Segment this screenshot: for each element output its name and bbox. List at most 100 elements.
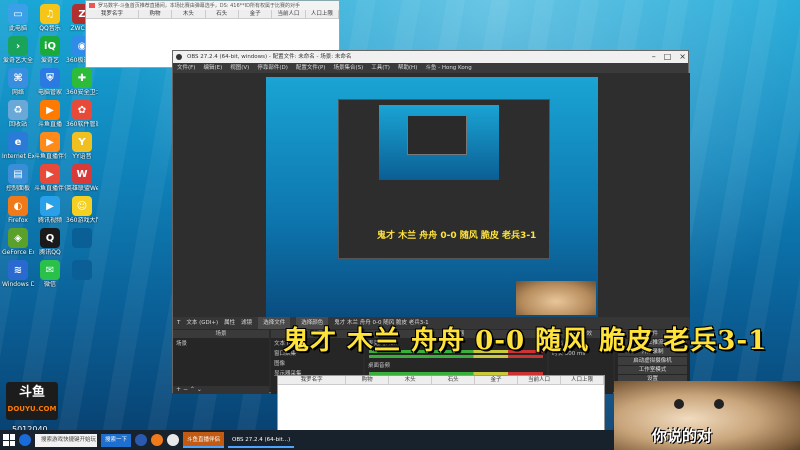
menu-douyu[interactable]: 斗鱼 - Hong Kong [425, 63, 471, 73]
desktop-icon[interactable]: ✉ 微信 [34, 260, 66, 288]
webcam-caption: 你说的对 [652, 427, 713, 445]
taskbar-search-input[interactable]: 搜索游戏快捷键开始玩 [35, 433, 97, 447]
spreadsheet-title: 罗马数字-斗鱼首页推荐直播间，本场比赛由弹幕选手，DS: 416**ID所有权属… [86, 1, 339, 10]
desktop-icon[interactable]: ▶斗鱼直播伴侣 [34, 132, 66, 160]
minimize-icon[interactable]: – [652, 51, 656, 63]
app-icon: › [8, 36, 28, 56]
desktop-icon-label: 英雄联盟WeGame [66, 185, 98, 192]
taskbar-search-button[interactable]: 搜索一下 [101, 433, 132, 447]
menu-view[interactable]: 视图(V) [230, 63, 249, 73]
nested-obs-preview: 鬼才 木兰 舟舟 0-0 随风 脆皮 老兵3-1 [338, 99, 550, 259]
desktop-icon-label: 回收站 [8, 121, 27, 128]
desktop-icon-label: 腾讯QQ [39, 249, 61, 256]
obs-titlebar[interactable]: OBS 27.2.4 (64-bit, windows) - 配置文件: 未命名… [173, 51, 688, 63]
app-icon: ♫ [40, 4, 60, 24]
down-icon[interactable]: ⌄ [197, 386, 202, 393]
desktop-icon[interactable]: ✿ 360软件管家 [66, 100, 98, 128]
desktop-icon[interactable] [66, 228, 98, 249]
column-header[interactable]: 金子 [239, 10, 273, 18]
desktop-icon[interactable]: iQ 爱奇艺 [34, 36, 66, 64]
app-icon: ▭ [8, 4, 28, 24]
column-header[interactable]: 石头 [206, 10, 239, 18]
column-header[interactable]: 当前人口 [518, 376, 561, 384]
app-icon: ▤ [8, 164, 28, 184]
obs-preview[interactable]: 鬼才 木兰 舟舟 0-0 随风 脆皮 老兵3-1 [173, 73, 690, 317]
douyu-logo: 斗鱼 DOUYU.COM [6, 382, 58, 420]
desktop-icon[interactable]: ♫ QQ音乐 [34, 4, 66, 32]
scene-item[interactable]: 场景 [173, 338, 269, 348]
desktop-icon-label: 此电脑 [8, 25, 27, 32]
menu-edit[interactable]: 编辑(E) [203, 63, 222, 73]
menu-tools[interactable]: 工具(T) [371, 63, 390, 73]
app-icon: ✿ [72, 100, 92, 120]
desktop-icon[interactable] [66, 260, 98, 281]
app-icon: ▶ [40, 132, 60, 152]
source-name: 文本 (GDI+) [186, 320, 219, 326]
column-header[interactable]: 购物 [139, 10, 173, 18]
desktop-icon[interactable]: Q 腾讯QQ [34, 228, 66, 256]
column-header[interactable]: 人口上限 [306, 10, 340, 18]
properties-button[interactable]: 属性 [224, 317, 235, 329]
remove-icon[interactable]: − [183, 386, 188, 393]
desktop-icon[interactable]: ▭ 此电脑 [2, 4, 34, 32]
virtual-camera-button[interactable]: 启动虚拟摄像机 [618, 357, 687, 365]
desktop-icon[interactable]: ≋Windows Defender [2, 260, 34, 288]
taskbar-item-obs[interactable]: OBS 27.2.4 (64-bit...) [228, 432, 295, 448]
source-item[interactable]: 图像 [271, 358, 363, 368]
studio-mode-button[interactable]: 工作室模式 [618, 366, 687, 374]
menu-scene-collection[interactable]: 场景集合(S) [333, 63, 363, 73]
add-icon[interactable]: + [176, 386, 181, 393]
maximize-icon[interactable]: □ [664, 51, 672, 63]
browser-taskbar-icon[interactable] [167, 434, 180, 446]
menu-file[interactable]: 文件(F) [177, 63, 195, 73]
desktop-icon[interactable]: Y YY语音 [66, 132, 98, 160]
app-icon: ⛨ [40, 68, 60, 88]
desktop-icon[interactable]: ⛨ 电脑管家 [34, 68, 66, 96]
desktop-icon[interactable]: ✚ 360安全卫士 [66, 68, 98, 96]
taskbar-item-douyu[interactable]: 斗鱼直播伴侣 [183, 432, 225, 448]
column-header[interactable]: 我罗名字 [278, 376, 347, 384]
column-header[interactable]: 我罗名字 [86, 10, 139, 18]
menu-profile[interactable]: 配置文件(P) [296, 63, 326, 73]
desktop-icon-label: QQ音乐 [39, 25, 61, 32]
app-icon: e [8, 132, 28, 152]
ie-taskbar-icon[interactable] [19, 434, 31, 446]
app-icon: W [72, 164, 92, 184]
desktop-icon[interactable]: ⌘ 网络 [2, 68, 34, 96]
file-explorer-icon[interactable] [135, 434, 148, 446]
desktop-icon[interactable]: ♻ 回收站 [2, 100, 34, 128]
desktop-icon[interactable]: ◐ Firefox [2, 196, 34, 224]
desktop-icon-label: 爱奇艺大全 [2, 57, 33, 64]
app-icon: ≋ [8, 260, 28, 280]
column-header[interactable]: 人口上限 [561, 376, 604, 384]
filters-button[interactable]: 滤镜 [241, 317, 252, 329]
column-header[interactable]: 金子 [475, 376, 519, 384]
app-icon: ♻ [8, 100, 28, 120]
spreadsheet-header-row: 我罗名字 购物 木头 石头 金子 当前人口 人口上限 [86, 10, 340, 19]
desktop-icon[interactable]: ▶ 腾讯视频 [34, 196, 66, 224]
desktop-icon-label: 网络 [11, 89, 24, 96]
desktop-icon[interactable]: ☺ 360游戏大厅 [66, 196, 98, 224]
column-header[interactable]: 当前人口 [272, 10, 306, 18]
menu-docks[interactable]: 停靠部件(D) [257, 63, 288, 73]
close-icon[interactable]: × [679, 51, 686, 63]
column-header[interactable]: 购物 [346, 376, 390, 384]
desktop-icon[interactable]: › 爱奇艺大全 [2, 36, 34, 64]
desktop-icon[interactable]: ◈GeForce Experience [2, 228, 34, 256]
desktop-icon[interactable]: ▶斗鱼直播伴侣 [34, 164, 66, 192]
column-header[interactable]: 木头 [172, 10, 206, 18]
desktop-icon[interactable]: W英雄联盟WeGame [66, 164, 98, 192]
windows-start-icon[interactable] [3, 434, 15, 446]
desktop-icon[interactable]: ▤ 控制面板 [2, 164, 34, 192]
up-icon[interactable]: ⌃ [190, 386, 195, 393]
text-source-icon: T [177, 320, 181, 326]
desktop-icon-label: 斗鱼直播伴侣 [34, 185, 66, 192]
column-header[interactable]: 木头 [389, 376, 433, 384]
desktop-icon[interactable]: eInternet Explorer [2, 132, 34, 160]
desktop-icon-label: 微信 [43, 281, 56, 288]
desktop-icon[interactable]: ▶ 斗鱼直播 [34, 100, 66, 128]
firefox-taskbar-icon[interactable] [151, 434, 164, 446]
column-header[interactable]: 石头 [432, 376, 476, 384]
app-icon: ▶ [40, 164, 60, 184]
menu-help[interactable]: 帮助(H) [398, 63, 417, 73]
